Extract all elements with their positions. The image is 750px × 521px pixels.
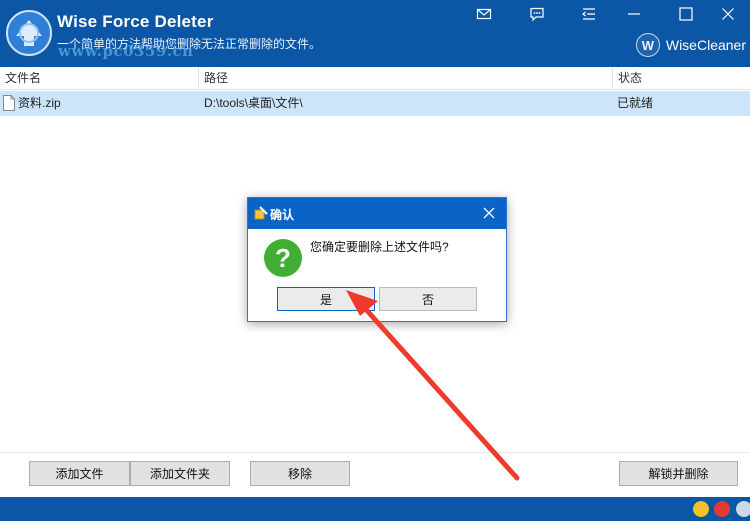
chat-button[interactable] [515,0,559,28]
app-title: Wise Force Deleter [57,12,214,31]
minimize-icon [628,13,640,15]
weibo-icon[interactable] [714,501,730,517]
row-path: D:\tools\桌面\文件\ [204,96,303,110]
feedback-mail-button[interactable] [462,0,506,28]
no-button[interactable]: 否 [379,287,477,311]
watermark-text: www.pc0359.cn [58,42,194,60]
dialog-message: 您确定要删除上述文件吗? [310,240,449,254]
menu-button[interactable] [567,0,611,28]
row-status: 已就绪 [617,96,654,110]
dialog-title-bar: 确认 [248,198,506,229]
add-file-button[interactable]: 添加文件 [29,461,130,486]
close-icon [483,207,495,219]
table-row[interactable]: 资料.zip D:\tools\桌面\文件\ 已就绪 [0,91,750,116]
maximize-button[interactable] [664,0,708,28]
chat-icon [530,7,544,22]
add-folder-button[interactable]: 添加文件夹 [130,461,230,486]
yes-button[interactable]: 是 [277,287,375,311]
app-small-icon [254,206,268,220]
close-button[interactable] [706,0,750,28]
app-logo-icon [6,10,52,56]
divider [0,452,750,453]
column-header-filename[interactable]: 文件名 [0,67,199,90]
dialog-title: 确认 [270,208,295,222]
maximize-icon [679,7,693,21]
question-icon: ? [264,239,302,277]
dialog-close-button[interactable] [480,204,498,222]
title-bar: Wise Force Deleter 一个简单的方法帮助您删除无法正常删除的文件… [0,0,750,67]
menu-icon [582,8,595,20]
column-header-path[interactable]: 路径 [199,67,613,90]
column-header-status[interactable]: 状态 [613,67,750,90]
brand-name: WiseCleaner [665,37,746,53]
wisecleaner-logo-icon: W [635,33,660,57]
remove-button[interactable]: 移除 [250,461,350,486]
file-table-header: 文件名 路径 状态 [0,67,750,90]
brand-logo[interactable]: W WiseCleaner [635,33,746,57]
row-filename: 资料.zip [18,96,61,110]
confirm-dialog: 确认 ? 您确定要删除上述文件吗? 是 否 [247,197,507,322]
unlock-delete-button[interactable]: 解锁并删除 [619,461,738,486]
minimize-button[interactable] [612,0,656,28]
close-icon [722,8,734,20]
share-icon[interactable] [736,501,750,517]
rating-icon[interactable] [693,501,709,517]
status-bar [0,497,750,521]
mail-icon [476,8,492,20]
file-icon [3,95,15,111]
